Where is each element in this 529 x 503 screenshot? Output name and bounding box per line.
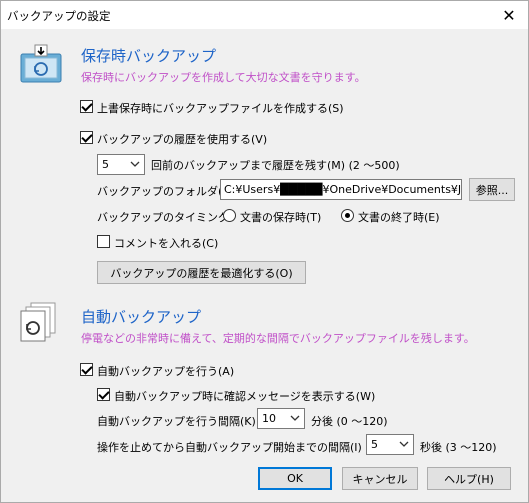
auto-interval-value: 10 bbox=[262, 412, 276, 425]
chevron-down-icon bbox=[290, 415, 300, 421]
idle-interval-select[interactable]: 5 bbox=[366, 434, 414, 455]
save-backup-title: 保存時バックアップ bbox=[81, 47, 217, 65]
help-button[interactable]: ヘルプ(H) bbox=[427, 467, 511, 490]
add-comment-checkbox[interactable] bbox=[97, 235, 110, 248]
auto-backup-checkbox[interactable] bbox=[80, 363, 93, 376]
browse-button[interactable]: 参照... bbox=[469, 178, 515, 201]
auto-interval-suffix: 分後 (0 ～120) bbox=[311, 415, 388, 428]
optimize-history-button[interactable]: バックアップの履歴を最適化する(O) bbox=[97, 261, 306, 284]
auto-backup-icon bbox=[19, 301, 59, 345]
auto-backup-title: 自動バックアップ bbox=[81, 308, 202, 326]
backup-folder-label: バックアップのフォルダ(F) bbox=[97, 185, 233, 198]
timing-on-close-label: 文書の終了時(E) bbox=[358, 211, 440, 224]
confirm-message-checkbox[interactable] bbox=[97, 388, 110, 401]
window-title: バックアップの設定 bbox=[7, 9, 111, 23]
history-count-suffix: 回前のバックアップまで履歴を残す(M) (2 ～500) bbox=[151, 159, 400, 172]
idle-interval-suffix: 秒後 (3 ～120) bbox=[420, 441, 497, 454]
confirm-message-label: 自動バックアップ時に確認メッセージを表示する(W) bbox=[114, 390, 376, 403]
auto-backup-description: 停電などの非常時に備えて、定期的な間隔でバックアップファイルを残します。 bbox=[81, 332, 475, 345]
use-history-checkbox[interactable] bbox=[80, 131, 93, 144]
idle-interval-value: 5 bbox=[371, 438, 378, 451]
cancel-button[interactable]: キャンセル bbox=[342, 467, 418, 490]
auto-interval-select[interactable]: 10 bbox=[257, 408, 305, 429]
overwrite-backup-checkbox[interactable] bbox=[80, 100, 93, 113]
use-history-label: バックアップの履歴を使用する(V) bbox=[97, 133, 268, 146]
ok-button[interactable]: OK bbox=[258, 467, 332, 490]
backup-settings-dialog: バックアップの設定 ✕ 保存時バックアップ 保存時にバックアップを作成して大切な… bbox=[0, 0, 529, 503]
add-comment-label: コメントを入れる(C) bbox=[114, 237, 219, 250]
chevron-down-icon bbox=[399, 441, 409, 447]
timing-on-save-radio[interactable] bbox=[223, 209, 236, 222]
backup-folder-input[interactable]: C:¥Users¥█████¥OneDrive¥Documents¥Justsy bbox=[220, 179, 462, 200]
backup-timing-label: バックアップのタイミング bbox=[97, 211, 229, 224]
backup-folder-path: C:¥Users¥█████¥OneDrive¥Documents¥Justsy bbox=[224, 183, 462, 196]
save-backup-description: 保存時にバックアップを作成して大切な文書を守ります。 bbox=[81, 71, 366, 84]
close-button[interactable]: ✕ bbox=[494, 3, 524, 27]
history-count-select[interactable]: 5 bbox=[97, 154, 145, 175]
save-backup-icon bbox=[19, 44, 63, 84]
timing-on-save-label: 文書の保存時(T) bbox=[240, 211, 322, 224]
auto-interval-label: 自動バックアップを行う間隔(K) bbox=[97, 415, 256, 428]
timing-on-close-radio[interactable] bbox=[341, 209, 354, 222]
history-count-value: 5 bbox=[102, 158, 109, 171]
auto-backup-label: 自動バックアップを行う(A) bbox=[97, 365, 235, 378]
overwrite-backup-label: 上書保存時にバックアップファイルを作成する(S) bbox=[97, 102, 344, 115]
idle-interval-label: 操作を止めてから自動バックアップ開始までの間隔(I) bbox=[97, 441, 362, 454]
title-bar: バックアップの設定 ✕ bbox=[1, 1, 528, 29]
chevron-down-icon bbox=[130, 161, 140, 167]
